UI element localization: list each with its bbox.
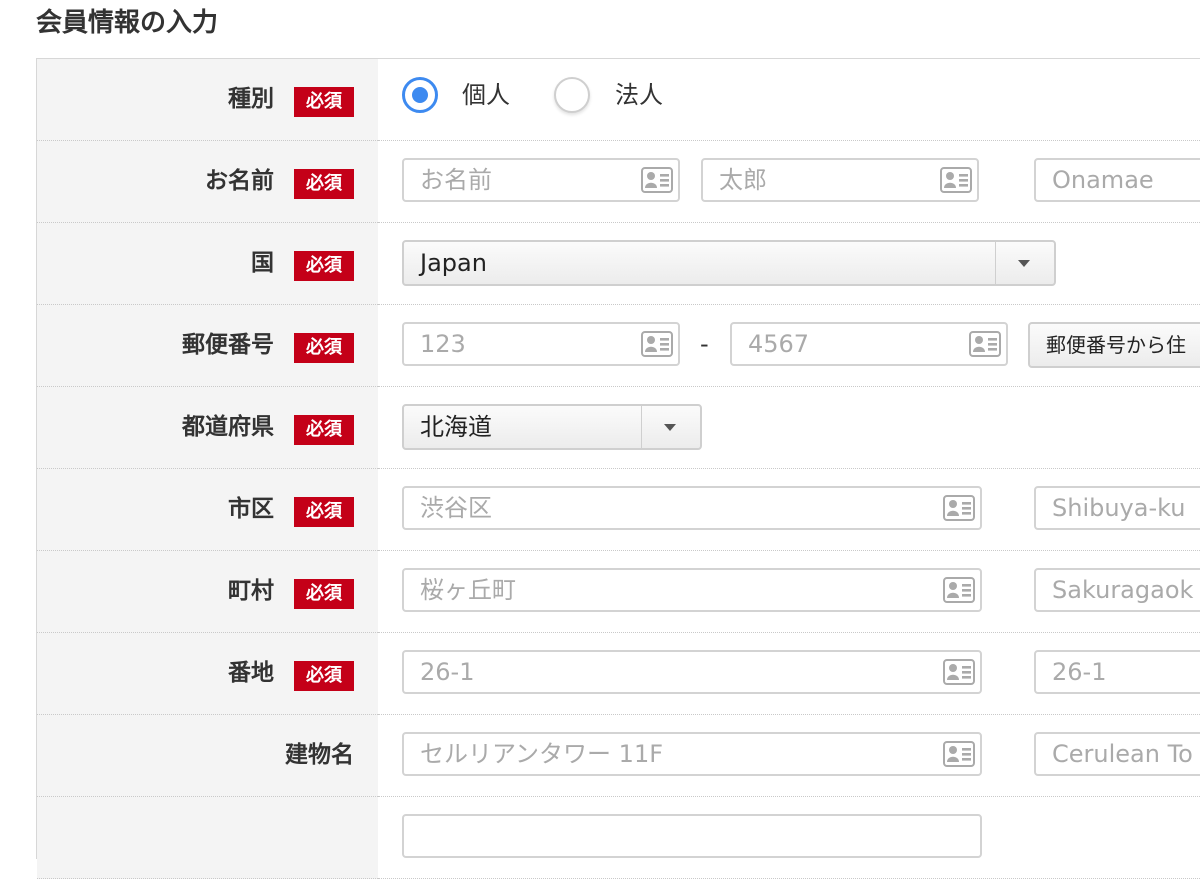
row-city: 市区 必須 渋谷区 Shibuya-ku — [37, 469, 1200, 551]
placeholder: Sakuragaok — [1052, 576, 1194, 604]
member-info-form: 種別 必須 個人 法人 お名前 必須 お名前 太郎 Onamae 国 必須 Ja… — [36, 58, 1200, 879]
contact-card-icon[interactable] — [943, 577, 975, 603]
row-building: 建物名 セルリアンタワー 11F Cerulean To — [37, 715, 1200, 797]
field-cell: 個人 法人 — [378, 59, 1200, 141]
page-title: 会員情報の入力 — [36, 8, 219, 38]
city-label: 市区 — [228, 496, 274, 522]
select-divider — [641, 406, 642, 448]
contact-card-icon[interactable] — [943, 741, 975, 767]
placeholder: 4567 — [748, 330, 810, 358]
placeholder: 桜ヶ丘町 — [420, 576, 516, 604]
field-cell: セルリアンタワー 11F Cerulean To — [378, 715, 1200, 797]
placeholder: Cerulean To — [1052, 740, 1193, 768]
town-romaji-input[interactable]: Sakuragaok — [1034, 568, 1200, 612]
placeholder: セルリアンタワー 11F — [420, 740, 664, 768]
placeholder: 太郎 — [719, 166, 767, 194]
selected-value: Japan — [420, 249, 487, 277]
address-romaji-input[interactable]: 26-1 — [1034, 650, 1200, 694]
placeholder: 26-1 — [1052, 658, 1107, 686]
label-cell: 番地 必須 — [37, 633, 378, 715]
contact-card-icon[interactable] — [641, 167, 673, 193]
label-cell: 都道府県 必須 — [37, 387, 378, 469]
postal-label: 郵便番号 — [182, 332, 274, 358]
address-label: 番地 — [228, 660, 274, 686]
prefecture-select[interactable]: 北海道 — [402, 404, 702, 450]
postal-lookup-button[interactable]: 郵便番号から住 — [1028, 322, 1200, 368]
required-badge: 必須 — [294, 579, 354, 609]
label-cell: 市区 必須 — [37, 469, 378, 551]
label-cell — [37, 797, 378, 879]
placeholder: 渋谷区 — [420, 494, 492, 522]
placeholder: Shibuya-ku — [1052, 494, 1186, 522]
chevron-down-icon[interactable] — [1018, 260, 1030, 267]
row-name: お名前 必須 お名前 太郎 Onamae — [37, 141, 1200, 223]
address-input[interactable]: 26-1 — [402, 650, 982, 694]
name-label: お名前 — [205, 168, 274, 194]
required-badge: 必須 — [294, 333, 354, 363]
row-country: 国 必須 Japan — [37, 223, 1200, 305]
placeholder: お名前 — [420, 166, 492, 194]
town-label: 町村 — [228, 578, 274, 604]
postal-separator: - — [700, 330, 709, 358]
prefecture-label: 都道府県 — [182, 414, 274, 440]
required-badge: 必須 — [294, 661, 354, 691]
row-postal: 郵便番号 必須 123 - 4567 郵便番号から住 — [37, 305, 1200, 387]
building-label: 建物名 — [285, 742, 354, 768]
select-divider — [995, 242, 996, 284]
contact-card-icon[interactable] — [641, 331, 673, 357]
city-input[interactable]: 渋谷区 — [402, 486, 982, 530]
required-badge: 必須 — [294, 169, 354, 199]
placeholder: 26-1 — [420, 658, 475, 686]
last-name-input[interactable]: お名前 — [402, 158, 680, 202]
placeholder: Onamae — [1052, 166, 1154, 194]
field-cell: 桜ヶ丘町 Sakuragaok — [378, 551, 1200, 633]
next-input[interactable] — [402, 814, 982, 858]
contact-card-icon[interactable] — [943, 659, 975, 685]
label-cell: 町村 必須 — [37, 551, 378, 633]
name-romaji-input[interactable]: Onamae — [1034, 158, 1200, 202]
country-label: 国 — [251, 250, 274, 276]
contact-card-icon[interactable] — [940, 167, 972, 193]
first-name-input[interactable]: 太郎 — [701, 158, 979, 202]
field-cell — [378, 797, 1200, 879]
required-badge: 必須 — [294, 497, 354, 527]
field-cell: Japan — [378, 223, 1200, 305]
selected-value: 北海道 — [420, 413, 492, 441]
label-cell: お名前 必須 — [37, 141, 378, 223]
label-cell: 郵便番号 必須 — [37, 305, 378, 387]
field-cell: 渋谷区 Shibuya-ku — [378, 469, 1200, 551]
contact-card-icon[interactable] — [943, 495, 975, 521]
radio-individual-label[interactable]: 個人 — [462, 77, 510, 113]
field-cell: 123 - 4567 郵便番号から住 — [378, 305, 1200, 387]
field-cell: 26-1 26-1 — [378, 633, 1200, 715]
type-label: 種別 — [228, 86, 274, 112]
town-input[interactable]: 桜ヶ丘町 — [402, 568, 982, 612]
radio-corporation-label[interactable]: 法人 — [615, 77, 663, 113]
required-badge: 必須 — [294, 87, 354, 117]
building-romaji-input[interactable]: Cerulean To — [1034, 732, 1200, 776]
required-badge: 必須 — [294, 251, 354, 281]
postal-second-input[interactable]: 4567 — [730, 322, 1008, 366]
row-town: 町村 必須 桜ヶ丘町 Sakuragaok — [37, 551, 1200, 633]
row-type: 種別 必須 個人 法人 — [37, 59, 1200, 141]
label-cell: 種別 必須 — [37, 59, 378, 141]
required-badge: 必須 — [294, 415, 354, 445]
row-next — [37, 797, 1200, 879]
field-cell: お名前 太郎 Onamae — [378, 141, 1200, 223]
radio-corporation[interactable] — [554, 77, 590, 113]
field-cell: 北海道 — [378, 387, 1200, 469]
country-select[interactable]: Japan — [402, 240, 1056, 286]
label-cell: 建物名 — [37, 715, 378, 797]
chevron-down-icon[interactable] — [664, 424, 676, 431]
city-romaji-input[interactable]: Shibuya-ku — [1034, 486, 1200, 530]
label-cell: 国 必須 — [37, 223, 378, 305]
row-prefecture: 都道府県 必須 北海道 — [37, 387, 1200, 469]
placeholder: 123 — [420, 330, 466, 358]
building-input[interactable]: セルリアンタワー 11F — [402, 732, 982, 776]
contact-card-icon[interactable] — [969, 331, 1001, 357]
radio-individual[interactable] — [402, 77, 438, 113]
row-address: 番地 必須 26-1 26-1 — [37, 633, 1200, 715]
postal-first-input[interactable]: 123 — [402, 322, 680, 366]
